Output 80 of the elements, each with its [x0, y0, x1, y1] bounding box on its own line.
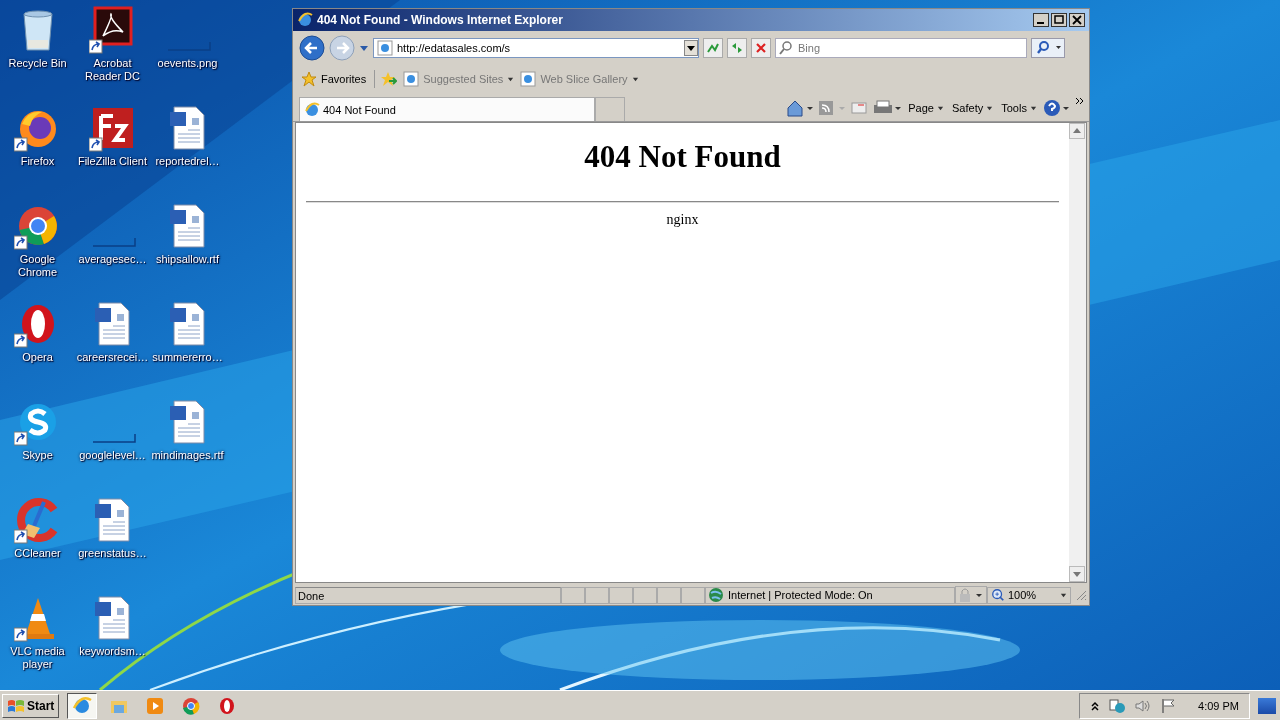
search-field[interactable]: Bing [775, 38, 1027, 58]
icon-label: keywordsm… [78, 645, 147, 658]
icon-label: Opera [21, 351, 54, 364]
page-heading: 404 Not Found [583, 139, 782, 175]
caret-icon[interactable] [359, 43, 369, 53]
command-menu[interactable]: Page [906, 102, 946, 114]
zoom-icon [991, 588, 1005, 602]
resize-grip-icon[interactable] [1075, 589, 1087, 601]
icon-label: averagesec… [77, 253, 148, 266]
feed-icon[interactable] [818, 99, 847, 117]
window-title: 404 Not Found - Windows Internet Explorer [317, 13, 564, 27]
start-button[interactable]: Start [2, 693, 60, 718]
server-name: nginx [665, 212, 700, 228]
icon-label: Google Chrome [16, 253, 59, 279]
globe-icon [304, 101, 320, 118]
compatibility-icon[interactable] [703, 38, 723, 58]
icon-label: Firefox [19, 155, 56, 168]
icon-label: Recycle Bin [7, 57, 68, 70]
browser-tab[interactable]: 404 Not Found [299, 97, 595, 121]
windows-logo-icon [7, 697, 25, 714]
icon-label: oevents.png [156, 57, 219, 70]
icon-label: Skype [21, 449, 54, 462]
status-pane [633, 586, 657, 604]
status-pane [561, 586, 585, 604]
status-pane [609, 586, 633, 604]
command-menu[interactable]: Safety [950, 102, 996, 114]
network-icon[interactable] [1108, 697, 1127, 714]
status-pane [657, 586, 681, 604]
caret-icon [507, 75, 515, 83]
status-text: Done [295, 586, 561, 604]
status-pane [585, 586, 609, 604]
icon-label: greenstatus… [77, 547, 148, 560]
globe-icon [708, 587, 724, 603]
page-icon [377, 40, 393, 56]
icon-label: summererro… [151, 351, 224, 364]
refresh-icon[interactable] [727, 38, 747, 58]
home-icon[interactable] [786, 99, 815, 117]
speaker-icon[interactable] [1134, 697, 1153, 714]
icon-label: Acrobat Reader DC [84, 57, 141, 83]
icon-label: shipsallow.rtf [155, 253, 220, 266]
scrollbar[interactable] [1069, 123, 1086, 582]
show-desktop-button[interactable] [1258, 697, 1276, 714]
command-menu[interactable]: Tools [999, 102, 1039, 114]
icon-label: FileZilla Client [76, 155, 149, 168]
page-icon [520, 71, 537, 87]
icon-label: careersrecei… [75, 351, 150, 364]
icon-label: reportedrel… [154, 155, 221, 168]
caret-icon [631, 75, 639, 83]
icon-label: CCleaner [13, 547, 62, 560]
icon-label: VLC media player [9, 645, 66, 671]
security-zone: Internet | Protected Mode: On [728, 589, 873, 601]
scroll-down-icon[interactable] [1069, 566, 1085, 582]
caret-icon [986, 105, 994, 112]
app-icon [145, 695, 166, 716]
star-icon [301, 71, 317, 87]
address-field[interactable]: http://edatasales.com/s [373, 38, 699, 58]
search-icon[interactable] [1031, 38, 1065, 58]
dropdown-icon[interactable] [684, 40, 698, 56]
stop-icon[interactable] [751, 38, 771, 58]
minimize-icon[interactable] [1033, 13, 1049, 27]
favorites-button[interactable]: Favorites [299, 69, 369, 89]
icon-label: googlelevel… [78, 449, 147, 462]
globe-icon [297, 12, 313, 28]
chevron-icon[interactable] [1075, 97, 1085, 105]
close-icon[interactable] [1069, 13, 1085, 27]
clock: 4:09 PM [1198, 699, 1239, 712]
scroll-up-icon[interactable] [1069, 123, 1085, 139]
app-icon [181, 695, 202, 716]
caret-icon [1030, 105, 1037, 112]
search-icon [778, 40, 794, 56]
icon-label: mindimages.rtf [150, 449, 225, 462]
maximize-icon[interactable] [1051, 13, 1067, 27]
zoom-button[interactable]: 100% [987, 586, 1071, 604]
page-icon [403, 71, 420, 87]
caret-icon [1060, 591, 1067, 599]
taskbar-button[interactable] [67, 692, 98, 719]
back-icon[interactable] [299, 35, 325, 61]
help-icon[interactable] [1043, 99, 1071, 117]
app-icon [72, 695, 93, 716]
caret-icon [937, 105, 944, 112]
